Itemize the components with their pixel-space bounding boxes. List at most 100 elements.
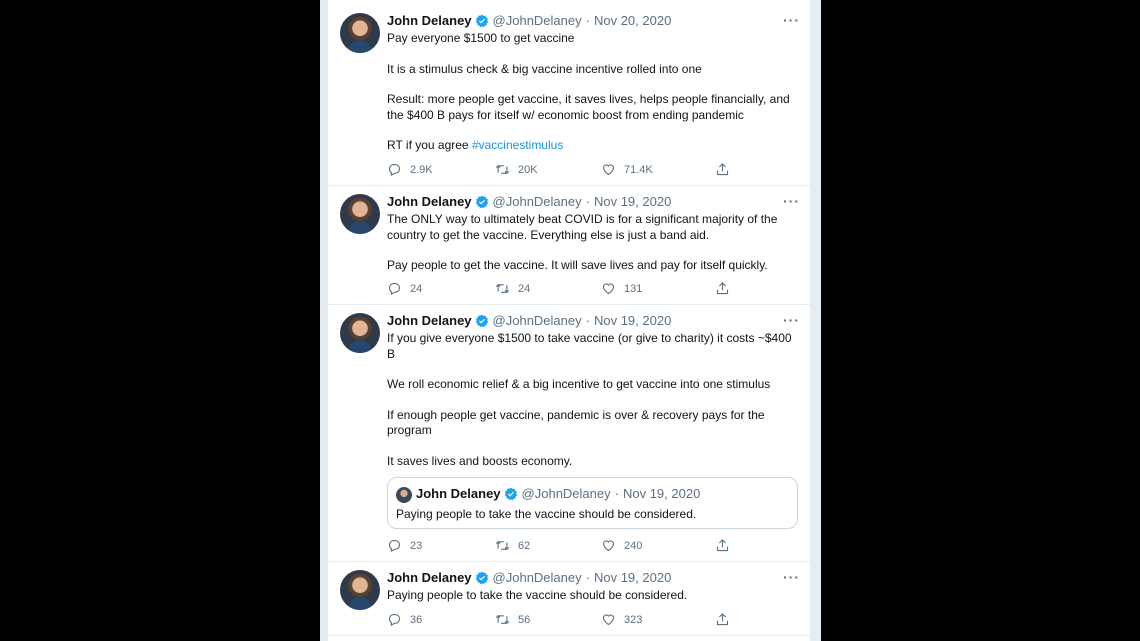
retweet-button[interactable]: 56	[495, 612, 530, 627]
share-icon	[716, 282, 729, 295]
like-count: 323	[624, 613, 643, 626]
separator: ·	[585, 313, 590, 328]
hashtag-link[interactable]: #vaccinestimulus	[472, 138, 563, 152]
author-name[interactable]: John Delaney	[387, 13, 472, 28]
tweet-paragraph: Result: more people get vaccine, it save…	[387, 92, 790, 122]
like-count: 71.4K	[624, 163, 653, 176]
reply-button[interactable]: 24	[387, 281, 422, 296]
tweet-header: John Delaney @JohnDelaney · Nov 19, 2020	[387, 194, 671, 209]
like-button[interactable]: 323	[601, 612, 642, 627]
tweet-paragraph: The ONLY way to ultimately beat COVID is…	[387, 212, 778, 242]
tweet-text: If you give everyone $1500 to take vacci…	[387, 331, 792, 469]
like-count: 240	[624, 539, 643, 552]
like-icon	[602, 540, 615, 552]
separator: ·	[585, 194, 590, 209]
tweet-paragraph: If you give everyone $1500 to take vacci…	[387, 331, 792, 361]
like-count: 131	[624, 282, 643, 295]
avatar[interactable]	[340, 13, 380, 53]
tweet[interactable]: John Delaney @JohnDelaney · Nov 19, 2020…	[328, 562, 810, 636]
reply-button[interactable]: 2.9K	[387, 162, 433, 177]
retweet-icon	[495, 283, 510, 294]
share-button[interactable]	[715, 162, 738, 177]
author-handle[interactable]: @JohnDelaney	[493, 570, 582, 585]
tweet[interactable]: John Delaney @JohnDelaney · Nov 20, 2020…	[328, 0, 810, 186]
avatar[interactable]	[340, 194, 380, 234]
avatar[interactable]	[340, 570, 380, 610]
tweet-actions: 2.9K 20K 71.4K	[387, 162, 747, 178]
tweet-text: Pay everyone $1500 to get vaccine It is …	[387, 31, 792, 154]
more-icon[interactable]: ···	[783, 12, 800, 28]
retweet-icon	[495, 164, 510, 175]
share-button[interactable]	[715, 612, 738, 627]
tweet-paragraph: We roll economic relief & a big incentiv…	[387, 377, 771, 391]
reply-count: 24	[410, 282, 423, 295]
like-button[interactable]: 131	[601, 281, 642, 296]
quoted-author-handle: @JohnDelaney	[521, 486, 611, 501]
quoted-tweet-text: Paying people to take the vaccine should…	[396, 507, 697, 521]
separator: ·	[614, 486, 619, 501]
like-icon	[602, 283, 615, 295]
tweet-actions: 23 62 240	[387, 538, 747, 554]
verified-badge-icon	[475, 314, 488, 327]
reply-count: 2.9K	[410, 163, 433, 176]
separator: ·	[585, 13, 590, 28]
share-icon	[716, 539, 729, 552]
retweet-count: 62	[518, 539, 531, 552]
author-handle[interactable]: @JohnDelaney	[493, 194, 582, 209]
avatar[interactable]	[340, 313, 380, 353]
tweet-header: John Delaney @JohnDelaney · Nov 19, 2020	[387, 313, 671, 328]
reply-icon	[388, 163, 401, 177]
tweet-paragraph: Paying people to take the vaccine should…	[387, 588, 688, 602]
tweet-text: The ONLY way to ultimately beat COVID is…	[387, 212, 792, 274]
retweet-button[interactable]: 62	[495, 538, 530, 553]
quoted-tweet-date: Nov 19, 2020	[622, 486, 701, 501]
like-icon	[602, 614, 615, 626]
tweet-paragraph: It saves lives and boosts economy.	[387, 453, 573, 468]
retweet-icon	[495, 540, 510, 551]
tweet-header: John Delaney @JohnDelaney · Nov 20, 2020	[387, 13, 671, 28]
tweet-paragraph: Pay people to get the vaccine. It will s…	[387, 258, 768, 272]
author-handle[interactable]: @JohnDelaney	[493, 13, 582, 28]
quoted-tweet[interactable]: John Delaney @JohnDelaney · Nov 19, 2020…	[387, 477, 798, 529]
reply-button[interactable]: 23	[387, 538, 422, 553]
more-icon[interactable]: ···	[783, 193, 800, 209]
author-name[interactable]: John Delaney	[387, 570, 472, 585]
tweet-actions: 24 24 131	[387, 281, 747, 297]
author-handle[interactable]: @JohnDelaney	[493, 313, 582, 328]
tweet-date[interactable]: Nov 19, 2020	[594, 313, 671, 328]
reply-button[interactable]: 36	[387, 612, 422, 627]
verified-badge-icon	[504, 487, 517, 500]
retweet-button[interactable]: 24	[495, 281, 530, 296]
tweet[interactable]: John Delaney @JohnDelaney · Nov 19, 2020…	[328, 305, 810, 562]
retweet-button[interactable]: 20K	[495, 162, 538, 177]
share-button[interactable]	[715, 538, 738, 553]
author-name[interactable]: John Delaney	[387, 313, 472, 328]
reply-count: 36	[410, 613, 423, 626]
like-button[interactable]: 240	[601, 538, 642, 553]
share-icon	[716, 163, 729, 176]
tweet-date[interactable]: Nov 20, 2020	[594, 13, 671, 28]
reply-count: 23	[410, 539, 423, 552]
retweet-icon	[495, 614, 510, 625]
page-background: John Delaney @JohnDelaney · Nov 20, 2020…	[320, 0, 821, 641]
quoted-tweet-header: John Delaney @JohnDelaney · Nov 19, 2020	[416, 486, 700, 501]
tweet-date[interactable]: Nov 19, 2020	[594, 194, 671, 209]
author-name[interactable]: John Delaney	[387, 194, 472, 209]
retweet-count: 20K	[518, 163, 538, 176]
like-button[interactable]: 71.4K	[601, 162, 653, 177]
verified-badge-icon	[475, 571, 488, 584]
retweet-count: 24	[518, 282, 531, 295]
share-icon	[716, 613, 729, 626]
more-icon[interactable]: ···	[783, 312, 800, 328]
tweet-paragraph-text: RT if you agree	[387, 138, 469, 152]
tweet-date[interactable]: Nov 19, 2020	[594, 570, 671, 585]
share-button[interactable]	[715, 281, 738, 296]
tweet-feed: John Delaney @JohnDelaney · Nov 20, 2020…	[328, 0, 810, 641]
tweet-paragraph: It is a stimulus check & big vaccine inc…	[387, 61, 702, 76]
more-icon[interactable]: ···	[783, 569, 800, 585]
tweet-paragraph: If enough people get vaccine, pandemic i…	[387, 407, 765, 438]
tweet-paragraph: Pay everyone $1500 to get vaccine	[387, 31, 575, 45]
like-icon	[602, 164, 615, 176]
verified-badge-icon	[475, 14, 488, 27]
tweet[interactable]: John Delaney @JohnDelaney · Nov 19, 2020…	[328, 186, 810, 305]
